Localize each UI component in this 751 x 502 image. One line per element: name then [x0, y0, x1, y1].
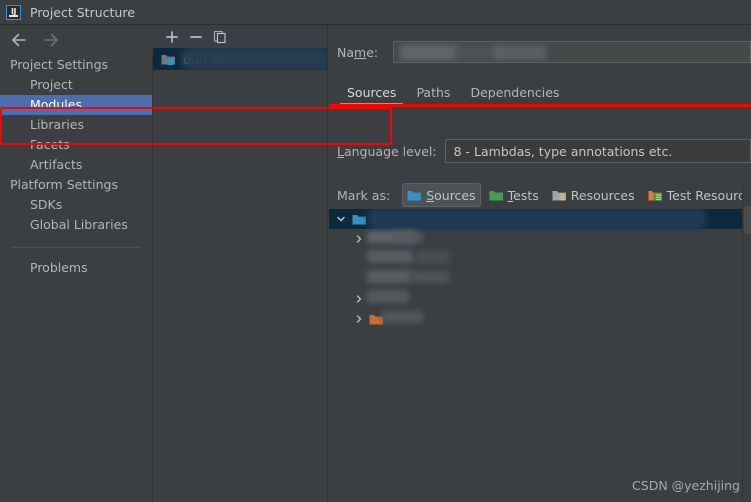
mark-sources-button[interactable]: Sources: [402, 183, 481, 207]
redaction-overlay: [381, 311, 423, 323]
mark-as-row: Mark as: Sources Tests Resources Test Re…: [337, 183, 751, 207]
module-folder-icon: [161, 54, 175, 65]
folder-tests-icon: [489, 190, 503, 200]
arrow-right-icon: [44, 33, 58, 47]
redaction-overlay: [415, 251, 450, 263]
chevron-down-icon[interactable]: [333, 211, 349, 227]
folder-resources-icon: [552, 190, 566, 200]
sidebar-item-sdks[interactable]: SDKs: [0, 195, 152, 215]
tree-row[interactable]: [329, 269, 751, 289]
window-title: Project Structure: [30, 4, 135, 20]
sidebar-divider: [12, 247, 140, 248]
chevron-placeholder: [351, 271, 367, 287]
module-name-row: Name:: [337, 40, 751, 64]
arrow-left-icon: [12, 33, 26, 47]
mark-as-label: Mark as:: [337, 187, 391, 203]
watermark: CSDN @yezhijing: [632, 478, 740, 493]
module-name-input[interactable]: [393, 41, 751, 63]
title-bar: IJ Project Structure: [0, 0, 751, 25]
mark-sources-label: Sources: [426, 187, 476, 203]
intellij-idea-icon: IJ: [6, 4, 21, 20]
settings-sidebar[interactable]: Project Settings Project Modules Librari…: [0, 55, 153, 502]
language-level-row: Language level: 8 - Lambdas, type annota…: [337, 137, 751, 165]
sidebar-group-platform-settings: Platform Settings: [10, 177, 118, 192]
sidebar-item-global-libraries[interactable]: Global Libraries: [0, 215, 152, 235]
add-module-button[interactable]: [161, 27, 183, 47]
sidebar-item-libraries[interactable]: Libraries: [0, 115, 152, 135]
annotation-highlight-edge: [329, 104, 751, 107]
module-list-panel: ources: [153, 25, 328, 502]
tree-row[interactable]: [329, 229, 751, 249]
chevron-right-icon[interactable]: [351, 231, 367, 247]
navigation-bar: [0, 25, 153, 55]
sidebar-item-modules[interactable]: Modules: [0, 95, 152, 115]
module-detail-tabs[interactable]: Sources Paths Dependencies: [337, 80, 569, 106]
tab-paths[interactable]: Paths: [406, 85, 460, 106]
tab-sources[interactable]: Sources: [337, 85, 406, 106]
mark-test-resources-button[interactable]: Test Resources: [643, 184, 751, 206]
remove-module-button[interactable]: [185, 27, 207, 47]
copy-module-button[interactable]: [209, 27, 231, 47]
chevron-right-icon[interactable]: [351, 311, 367, 327]
redaction-overlay: [391, 231, 423, 243]
mark-tests-label: Tests: [507, 187, 539, 203]
language-level-value: 8 - Lambdas, type annotations etc.: [453, 143, 673, 159]
redaction-overlay: [367, 250, 413, 263]
chevron-right-icon[interactable]: [351, 291, 367, 307]
folder-test-resources-icon: [648, 190, 662, 200]
tab-dependencies[interactable]: Dependencies: [460, 85, 569, 106]
chevron-placeholder: [351, 251, 367, 267]
module-list-item-selected[interactable]: ources: [153, 48, 327, 70]
tree-row[interactable]: [329, 249, 751, 269]
redaction-overlay: [181, 48, 327, 70]
mark-tests-button[interactable]: Tests: [484, 184, 544, 206]
minus-icon: [190, 35, 202, 38]
mark-test-resources-label: Test Resources: [666, 187, 751, 203]
plus-icon: [166, 30, 178, 43]
content-roots-tree[interactable]: [329, 209, 751, 339]
mark-resources-button[interactable]: Resources: [547, 184, 640, 206]
tree-row[interactable]: [329, 289, 751, 309]
project-structure-dialog: IJ Project Structure Project Settings Pr…: [0, 0, 751, 502]
tree-row[interactable]: [329, 309, 751, 329]
module-details-panel: Name: Sources Paths Dependencies Languag…: [329, 25, 751, 502]
scrollbar-thumb[interactable]: [744, 206, 751, 234]
vertical-scrollbar[interactable]: [742, 184, 751, 502]
redaction-overlay: [367, 270, 411, 283]
folder-blue-icon: [352, 214, 366, 224]
sidebar-item-problems[interactable]: Problems: [0, 258, 152, 278]
redaction-overlay: [367, 290, 409, 303]
sidebar-item-artifacts[interactable]: Artifacts: [0, 155, 152, 175]
redaction-overlay: [367, 209, 707, 231]
sidebar-item-project[interactable]: Project: [0, 75, 152, 95]
sidebar-group-project-settings: Project Settings: [10, 57, 109, 72]
copy-icon: [213, 30, 226, 43]
redaction-overlay: [494, 45, 546, 60]
redaction-overlay: [411, 271, 449, 283]
folder-sources-icon: [407, 190, 422, 200]
module-name-label: Name:: [337, 44, 379, 60]
redaction-overlay: [400, 45, 458, 60]
module-list-toolbar: [153, 25, 327, 48]
language-level-label: Language level:: [337, 143, 437, 159]
mark-resources-label: Resources: [570, 187, 635, 203]
tree-row[interactable]: [329, 209, 751, 231]
back-button[interactable]: [6, 27, 32, 53]
forward-button[interactable]: [38, 27, 64, 53]
language-level-combobox[interactable]: 8 - Lambdas, type annotations etc.: [444, 139, 751, 163]
sidebar-item-facets[interactable]: Facets: [0, 135, 152, 155]
